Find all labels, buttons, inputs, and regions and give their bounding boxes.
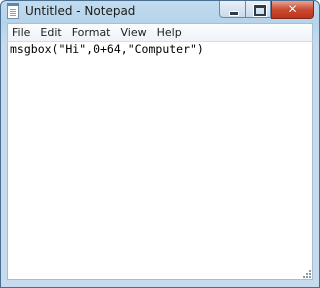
text-editor-area[interactable]: msgbox("Hi",0+64,"Computer") <box>7 42 313 280</box>
menu-format[interactable]: Format <box>67 24 116 41</box>
menu-file[interactable]: File <box>8 24 35 41</box>
menu-bar: File Edit Format View Help <box>7 23 313 42</box>
menu-view[interactable]: View <box>116 24 152 41</box>
close-icon: ✕ <box>287 2 298 16</box>
maximize-icon <box>253 4 267 17</box>
close-button[interactable]: ✕ <box>271 1 314 19</box>
title-bar[interactable]: Untitled - Notepad ✕ <box>1 1 319 23</box>
minimize-button[interactable] <box>219 1 245 18</box>
notepad-window: Untitled - Notepad ✕ File Edit Format Vi… <box>0 0 320 288</box>
editor-content[interactable]: msgbox("Hi",0+64,"Computer") <box>10 42 204 57</box>
caption-buttons: ✕ <box>219 1 314 20</box>
menu-help[interactable]: Help <box>152 24 187 41</box>
maximize-button[interactable] <box>245 1 271 18</box>
minimize-icon <box>229 11 239 16</box>
window-title: Untitled - Notepad <box>25 4 136 18</box>
resize-grip-icon[interactable] <box>301 268 311 278</box>
notepad-app-icon[interactable] <box>7 3 19 19</box>
menu-edit[interactable]: Edit <box>35 24 66 41</box>
